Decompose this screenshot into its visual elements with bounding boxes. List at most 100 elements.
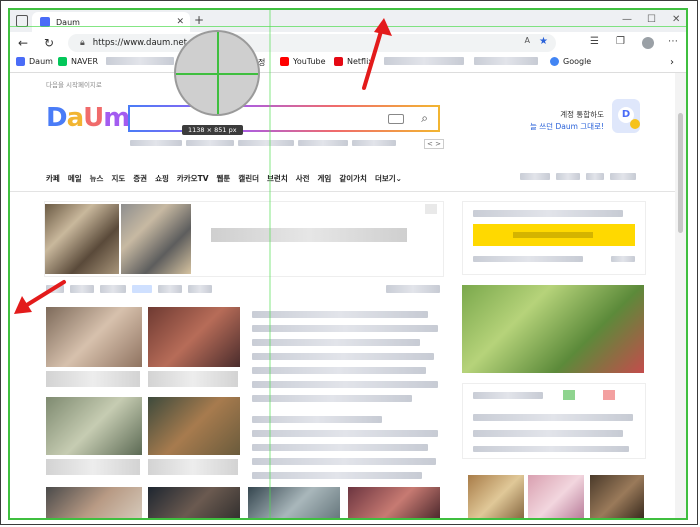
news-thumbnail[interactable] (248, 487, 340, 520)
youtube-bookmark-icon (280, 57, 289, 66)
keyboard-icon[interactable] (388, 114, 404, 124)
daum-homepage: 다음을 시작페이지로 DaUm ⌕ 1138 × 851 px < > 계정 통… (10, 73, 686, 520)
read-aloud-icon[interactable]: A (525, 36, 530, 45)
bookmarks-more-icon[interactable]: › (670, 57, 674, 68)
refresh-icon[interactable]: ↻ (44, 36, 54, 50)
headline-blurred[interactable] (211, 228, 407, 242)
kakao-login-button[interactable] (473, 224, 635, 246)
site-info-icon[interactable]: 🔒︎ (80, 38, 85, 48)
news-thumbnail[interactable] (121, 204, 191, 274)
collections-icon[interactable]: ❐ (616, 36, 625, 47)
bookmark-daum[interactable]: Daum (16, 57, 53, 66)
profile-avatar[interactable] (642, 37, 654, 49)
account-notice-line1: 계정 통합하도 (560, 110, 604, 119)
news-thumbnail[interactable] (46, 307, 142, 367)
menu-item-map[interactable]: 지도 (111, 173, 125, 184)
news-thumbnail[interactable] (46, 397, 142, 455)
bookmark-google[interactable]: Google (550, 57, 591, 66)
menu-item-webtoon[interactable]: 웹툰 (217, 173, 231, 184)
page-scrollbar[interactable] (675, 73, 686, 520)
set-start-page-link[interactable]: 다음을 시작페이지로 (46, 79, 102, 89)
up-indicator-icon (563, 390, 575, 400)
shopping-thumbnail[interactable] (468, 475, 524, 520)
address-row: ← ↻ 🔒︎ https://www.daum.net A ★ ☰ ❐ ⋯ (10, 32, 686, 54)
shopping-thumbnail[interactable] (590, 475, 644, 520)
google-bookmark-icon (550, 57, 559, 66)
menu-item-game[interactable]: 게임 (318, 173, 332, 184)
menu-item-mail[interactable]: 메일 (68, 173, 82, 184)
bookmark-blurred-2[interactable] (384, 57, 464, 65)
chevron-down-icon: ⌄ (395, 174, 402, 183)
headline-news-card[interactable] (44, 201, 444, 277)
daum-logo[interactable]: DaUm (46, 103, 130, 133)
maximize-button[interactable]: ☐ (647, 14, 656, 25)
news-caption-blurred[interactable] (148, 371, 238, 387)
url-text[interactable]: https://www.daum.net (93, 38, 187, 48)
keyword-paging-buttons[interactable]: < > (424, 139, 444, 149)
news-paging[interactable] (386, 285, 440, 296)
vertical-guide-line (269, 10, 271, 520)
kakao-badge-icon (630, 119, 640, 129)
new-tab-button[interactable]: + (194, 13, 204, 27)
loupe-crosshair-v (217, 32, 219, 114)
close-window-button[interactable]: ✕ (672, 14, 680, 25)
menu-divider (10, 191, 686, 192)
bookmark-label: Netflix (347, 57, 374, 66)
menu-item-calendar[interactable]: 캘린더 (238, 173, 259, 184)
menu-item-cafe[interactable]: 카페 (46, 173, 60, 184)
service-menu: 카페 메일 뉴스 지도 증권 쇼핑 카카오TV 웹툰 캘린더 브런치 사전 게임… (46, 173, 402, 184)
favorite-star-icon[interactable]: ★ (539, 36, 548, 47)
news-thumbnail[interactable] (45, 204, 119, 274)
settings-more-icon[interactable]: ⋯ (668, 36, 678, 47)
card-control-icon[interactable] (425, 204, 437, 214)
address-bar[interactable]: 🔒︎ https://www.daum.net A ★ (68, 34, 556, 52)
news-caption-blurred[interactable] (148, 459, 238, 475)
menu-item-dictionary[interactable]: 사전 (296, 173, 310, 184)
shopping-thumbnail[interactable] (528, 475, 584, 520)
news-thumbnail[interactable] (148, 487, 240, 520)
menu-item-more[interactable]: 더보기⌄ (375, 173, 402, 184)
news-caption-blurred[interactable] (46, 371, 140, 387)
bookmark-label: Google (563, 57, 592, 66)
daum-bookmark-icon (16, 57, 25, 66)
menu-item-news[interactable]: 뉴스 (90, 173, 104, 184)
bookmark-netflix[interactable]: Netflix (334, 57, 373, 66)
news-thumbnail[interactable] (348, 487, 440, 520)
tab-daum[interactable]: Daum ✕ (32, 12, 190, 32)
news-thumbnail[interactable] (46, 487, 142, 520)
back-icon[interactable]: ← (18, 36, 28, 50)
bookmark-blurred-1[interactable] (106, 57, 174, 65)
logo-letter: m (103, 103, 130, 133)
right-info-panel[interactable] (462, 383, 646, 459)
news-thumbnail[interactable] (148, 307, 240, 367)
favorites-list-icon[interactable]: ☰ (590, 36, 599, 47)
menu-more-label: 더보기 (374, 174, 396, 183)
bookmark-label: YouTube (293, 57, 326, 66)
bookmark-label: Daum (29, 57, 53, 66)
horizontal-guide-line (10, 26, 686, 27)
search-icon[interactable]: ⌕ (421, 111, 428, 126)
menu-item-together[interactable]: 같이가치 (339, 173, 367, 184)
menu-item-stock[interactable]: 증권 (133, 173, 147, 184)
minimize-button[interactable]: — (622, 14, 632, 25)
news-thumbnail[interactable] (148, 397, 240, 455)
down-indicator-icon (603, 390, 615, 400)
news-category-tabs[interactable] (46, 285, 212, 293)
bookmarks-bar: Daum NAVER 정 YouTube Netflix Google › (10, 54, 686, 73)
menu-item-shopping[interactable]: 쇼핑 (155, 173, 169, 184)
bookmark-blurred-3[interactable] (474, 57, 538, 65)
bookmark-naver[interactable]: NAVER (58, 57, 98, 66)
login-box[interactable] (462, 201, 646, 275)
size-readout-badge: 1138 × 851 px (182, 125, 243, 135)
account-notice[interactable]: 계정 통합하도 늘 쓰던 Daum 그대로! (528, 109, 604, 133)
news-text-list[interactable] (252, 311, 440, 479)
bookmark-label: NAVER (71, 57, 99, 66)
search-input[interactable]: ⌕ (128, 105, 440, 132)
scrollbar-thumb[interactable] (678, 113, 683, 233)
ad-banner-image[interactable] (462, 285, 644, 373)
bookmark-youtube[interactable]: YouTube (280, 57, 326, 66)
weather-widget[interactable] (520, 173, 636, 180)
news-caption-blurred[interactable] (46, 459, 140, 475)
naver-bookmark-icon (58, 57, 67, 66)
menu-item-kakaotv[interactable]: 카카오TV (177, 173, 209, 184)
